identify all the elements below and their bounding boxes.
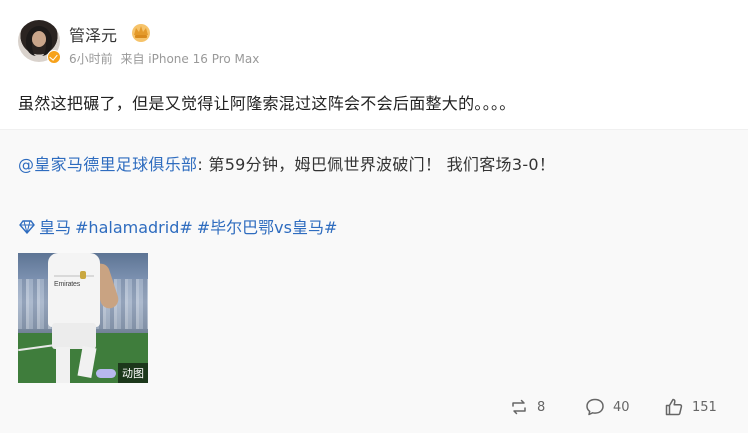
player-leg xyxy=(56,347,70,383)
avatar-face xyxy=(32,31,46,47)
post-text: 虽然这把碾了，但是又觉得让阿隆索混过这阵会不会后面整大的。。。。 xyxy=(18,94,516,113)
crown-icon[interactable] xyxy=(129,21,153,43)
player-jersey xyxy=(48,253,100,327)
post-meta: 6小时前 来自 iPhone 16 Pro Max xyxy=(69,50,263,67)
tags-line: 皇马 #halamadrid# #毕尔巴鄂vs皇马# xyxy=(18,214,341,238)
gif-badge: 动图 xyxy=(118,363,148,383)
thumbs-up-icon xyxy=(665,398,683,416)
hashtag-halamadrid[interactable]: #halamadrid# xyxy=(75,218,193,237)
repost-box: @皇家马德里足球俱乐部: 第59分钟，姆巴佩世界波破门！ 我们客场3-0！ 皇马… xyxy=(0,129,748,433)
club-crest xyxy=(80,271,86,279)
comment-button[interactable]: 40 xyxy=(585,396,630,418)
post-time[interactable]: 6小时前 xyxy=(69,52,113,66)
hashtag-match[interactable]: #毕尔巴鄂vs皇马# xyxy=(197,218,338,237)
repost-count: 8 xyxy=(537,399,546,415)
topic-link-huangma[interactable]: 皇马 xyxy=(39,218,71,237)
player-shoe xyxy=(96,369,116,378)
username[interactable]: 管泽元 xyxy=(69,22,117,46)
diamond-icon xyxy=(19,220,35,234)
repost-text: : 第59分钟，姆巴佩世界波破门！ 我们客场3-0！ xyxy=(197,155,556,174)
media-thumbnail[interactable]: Emirates 动图 xyxy=(18,253,148,383)
comment-count: 40 xyxy=(613,399,630,415)
jersey-brand: Emirates xyxy=(54,281,81,288)
like-count: 151 xyxy=(692,399,717,415)
jersey-stripe xyxy=(54,275,94,277)
repost-line: @皇家马德里足球俱乐部: 第59分钟，姆巴佩世界波破门！ 我们客场3-0！ xyxy=(18,151,555,175)
comment-icon xyxy=(586,398,604,416)
repost-icon xyxy=(512,399,526,415)
like-button[interactable]: 151 xyxy=(664,396,717,418)
post-source: 来自 iPhone 16 Pro Max xyxy=(120,52,260,66)
verified-badge-icon xyxy=(47,50,61,64)
repost-button[interactable]: 8 xyxy=(509,396,545,418)
player-shorts xyxy=(52,323,96,349)
mention-link[interactable]: @皇家马德里足球俱乐部 xyxy=(18,155,197,174)
post-header: 管泽元 6小时前 来自 iPhone 16 Pro Max xyxy=(18,20,318,67)
